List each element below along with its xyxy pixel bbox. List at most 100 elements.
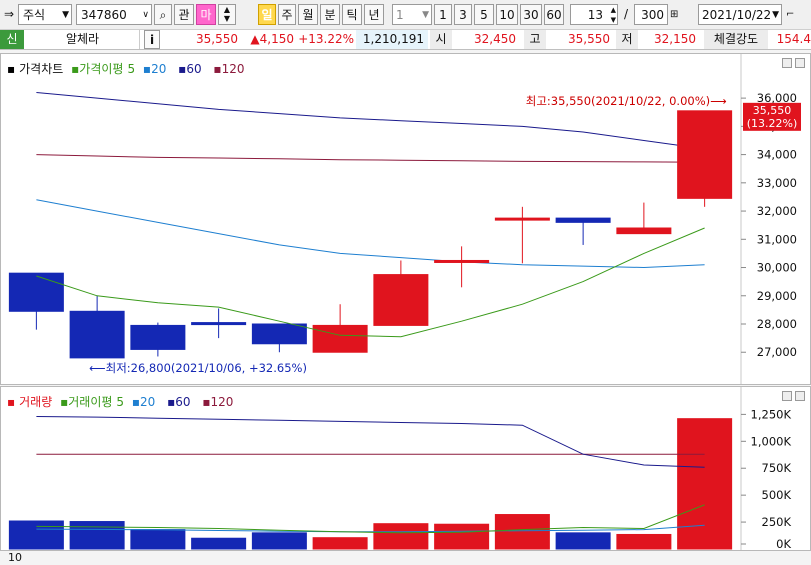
chevron-down-icon: ▼	[772, 10, 779, 20]
volume-tick-label: 1,000K	[751, 434, 792, 448]
chevron-down-icon: ∨	[142, 10, 149, 20]
volume-bar	[494, 514, 550, 550]
stock-name: 알체라	[26, 30, 140, 49]
strength-value: 154.4	[776, 32, 811, 46]
current-price-tag-pct: (13.22%)	[747, 117, 798, 130]
period-minute-button[interactable]: 분	[320, 4, 340, 25]
candle-body	[251, 323, 307, 345]
volume-bar	[373, 523, 429, 550]
price-tick-label: 32,000	[757, 204, 797, 218]
period-week-button[interactable]: 주	[278, 4, 296, 25]
count-value: 13	[587, 8, 603, 22]
ma120-line	[36, 154, 705, 163]
candle-body	[555, 217, 611, 223]
interval-value: 1	[396, 8, 404, 22]
period-tick-button[interactable]: 틱	[342, 4, 362, 25]
min-annotation: ⟵최저:26,800(2021/10/06, +32.65%)	[89, 361, 307, 375]
interval-5-button[interactable]: 5	[474, 4, 494, 25]
interval-3-button[interactable]: 3	[454, 4, 472, 25]
tool-icon[interactable]: ⌐	[786, 4, 806, 25]
volume-panel: ▪ 거래량 ▪거래이평 5 ▪20 ▪60 ▪120 1,250K 1,000K 750…	[0, 386, 811, 551]
status-text: 10	[8, 551, 22, 564]
volume-bar	[130, 529, 186, 550]
interval-60-button[interactable]: 60	[544, 4, 564, 25]
new-listing-badge: 신	[0, 30, 24, 49]
search-icon: ⌕	[159, 8, 167, 22]
price-tick-label: 29,000	[757, 289, 797, 303]
volume-bar	[312, 537, 368, 550]
price-tick-label: 31,000	[757, 232, 797, 246]
vol-ma5-line	[36, 504, 705, 534]
ma20-line	[36, 199, 705, 269]
price-chart: 36,00035,00034,00033,00032,00031,00030,0…	[8, 54, 801, 384]
interval-30-button[interactable]: 30	[520, 4, 542, 25]
ma5-line	[36, 227, 705, 338]
info-button[interactable]: i	[144, 30, 160, 49]
count-separator: /	[624, 7, 629, 21]
low-label: 저	[616, 30, 638, 49]
candle-body	[616, 227, 672, 235]
date-picker[interactable]: 2021/10/22 ▼	[698, 4, 782, 25]
volume-bar	[251, 532, 307, 550]
candle-body	[8, 272, 64, 312]
candle-body	[494, 217, 550, 221]
stock-code-input[interactable]: 347860 ∨	[76, 4, 152, 25]
open-price: 32,450	[474, 32, 516, 46]
quote-bar: 신 알체라 i 35,550 ▲4,150 +13.22% 1,210,191 …	[0, 30, 811, 50]
period-year-button[interactable]: 년	[364, 4, 384, 25]
period-day-button[interactable]: 일	[258, 4, 276, 25]
toolbar: ⇒ 주식 ▼ 347860 ∨ ⌕ 관 마 ▲ ▼ 일 주 월 분 틱 년 1 ▼…	[0, 0, 811, 30]
volume-bar	[191, 537, 247, 550]
chart-window: ⇒ 주식 ▼ 347860 ∨ ⌕ 관 마 ▲ ▼ 일 주 월 분 틱 년 1 ▼…	[0, 0, 811, 565]
volume-tick-label: 500K	[762, 488, 792, 502]
price-tick-label: 28,000	[757, 317, 797, 331]
candle-body	[312, 324, 368, 353]
high-price: 35,550	[568, 32, 610, 46]
chevron-down-icon: ▼	[422, 10, 429, 20]
interval-10-button[interactable]: 10	[496, 4, 518, 25]
volume-bar	[8, 520, 64, 550]
interval-1-button[interactable]: 1	[434, 4, 452, 25]
stock-code-value: 347860	[81, 8, 127, 22]
interval-select[interactable]: 1 ▼	[392, 4, 432, 25]
price-change-pct: +13.22%	[298, 32, 354, 46]
volume-bar	[555, 532, 611, 550]
price-tick-label: 30,000	[757, 261, 797, 275]
volume-tick-label: 750K	[762, 461, 792, 475]
price-panel: ▪가격차트 ▪가격이평5 ▪20 ▪60 ▪120 36,00035,00034…	[0, 53, 811, 385]
chevron-down-icon: ▼	[62, 10, 69, 20]
strength-label: 체결강도	[704, 30, 768, 49]
market-select[interactable]: 주식 ▼	[18, 4, 72, 25]
period-month-button[interactable]: 월	[298, 4, 318, 25]
price-tick-label: 33,000	[757, 176, 797, 190]
current-price-tag-value: 35,550	[753, 104, 792, 117]
grid-icon[interactable]: ⊞	[670, 4, 688, 25]
total-count-input[interactable]: 300	[634, 4, 668, 25]
volume-tick-label: 0K	[776, 537, 791, 550]
candle-body	[69, 310, 125, 359]
status-bar: 10	[0, 551, 811, 565]
ma-button[interactable]: 마	[196, 4, 216, 25]
candle-body	[130, 324, 186, 350]
vol-ma60-line	[36, 416, 705, 468]
pin-icon[interactable]: ⇒	[2, 4, 16, 25]
search-button[interactable]: ⌕	[154, 4, 172, 25]
current-price: 35,550	[196, 32, 238, 46]
volume-bar	[69, 521, 125, 550]
candle-body	[677, 110, 733, 199]
open-label: 시	[430, 30, 452, 49]
date-value: 2021/10/22	[702, 8, 772, 22]
candle-body	[373, 274, 429, 326]
price-tick-label: 34,000	[757, 148, 797, 162]
count-input[interactable]: 13 ▲ ▼	[570, 4, 618, 25]
candle-body	[191, 322, 247, 326]
volume-bar	[434, 523, 490, 550]
market-label: 주식	[23, 8, 46, 22]
max-annotation: 최고:35,550(2021/10/22, 0.00%)⟶	[526, 94, 727, 108]
spin-button[interactable]: ▲ ▼	[218, 4, 236, 25]
watchlist-button[interactable]: 관	[174, 4, 194, 25]
volume-chart: 1,250K 1,000K 750K 500K 250K 0K	[8, 387, 792, 550]
trade-volume: 1,210,191	[356, 30, 428, 49]
count-spin-icon[interactable]: ▲ ▼	[611, 5, 616, 25]
low-price: 32,150	[654, 32, 696, 46]
